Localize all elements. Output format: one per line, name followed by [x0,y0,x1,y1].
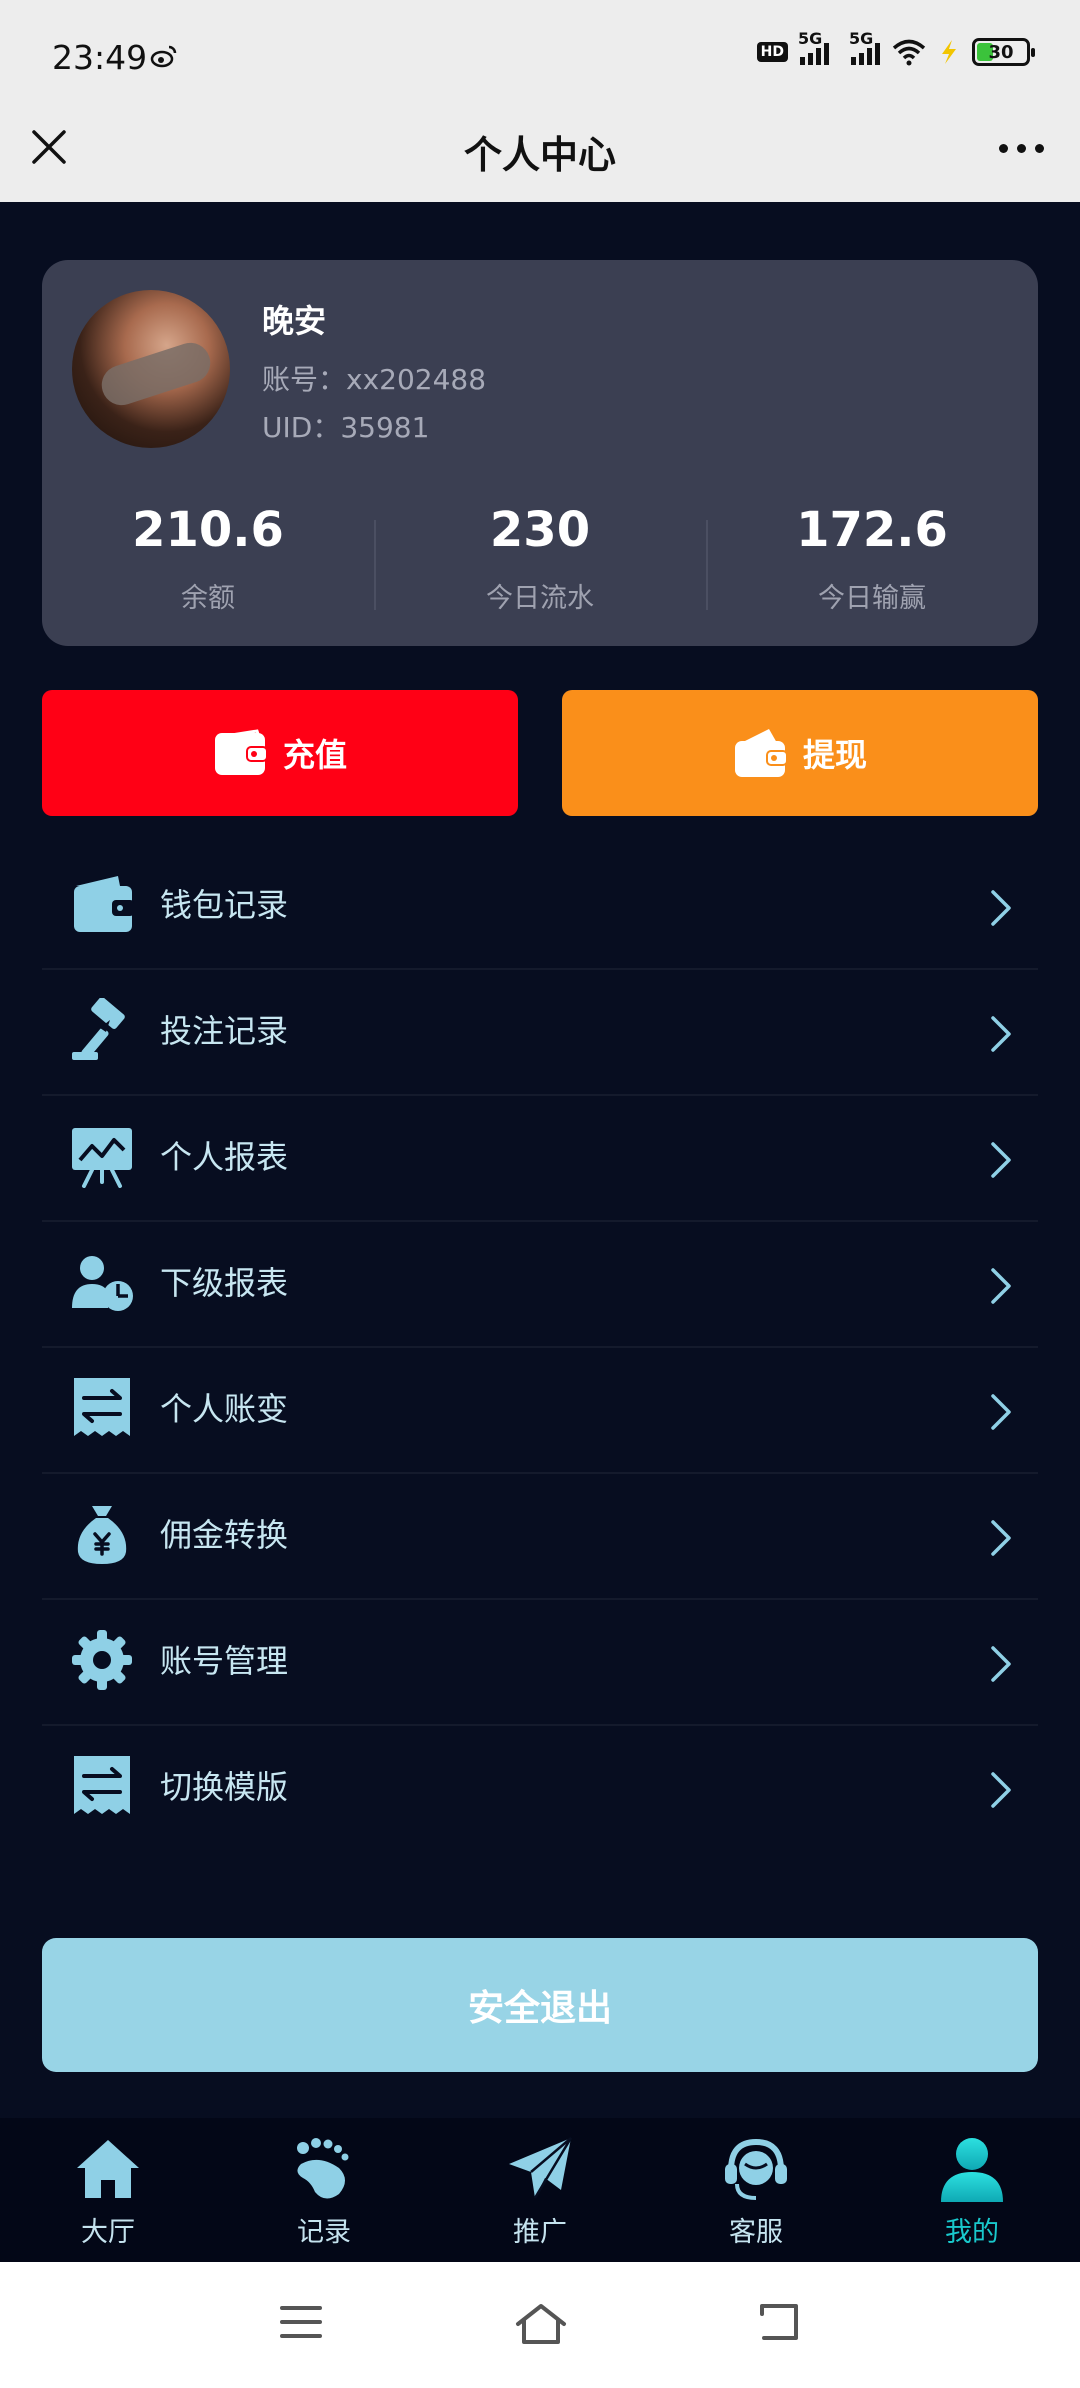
stat-label: 今日流水 [486,583,594,614]
menu-label: 个人账变 [160,1390,289,1428]
tab-label: 客服 [729,2217,783,2248]
weibo-icon [150,45,177,68]
menu-item-subordinate-report[interactable]: 下级报表 [42,1222,1038,1348]
nickname: 晚安 [262,302,327,340]
withdraw-label: 提现 [802,736,867,774]
back-icon[interactable] [756,2302,802,2342]
stats-row: 210.6 余额 230 今日流水 172.6 今日输赢 [42,500,1038,630]
menu-item-wallet-records[interactable]: 钱包记录 [42,844,1038,970]
stat-value: 230 [489,502,591,558]
status-time: 23:49 [52,38,148,77]
menu-icon[interactable] [278,2302,324,2342]
home-icon [77,2140,139,2198]
stat-label: 今日输赢 [818,583,926,614]
user-icon [941,2138,1003,2202]
paper-plane-icon [509,2137,573,2199]
tab-promote[interactable]: 推广 [432,2118,648,2262]
tab-label: 我的 [945,2217,999,2248]
tab-records[interactable]: 记录 [216,2118,432,2262]
chevron-right-icon [991,1016,1011,1052]
stat-win-loss: 172.6 今日输赢 [706,500,1038,630]
stat-balance: 210.6 余额 [42,500,374,630]
wallet-icon [74,876,134,932]
menu-item-bet-records[interactable]: 投注记录 [42,970,1038,1096]
avatar[interactable] [72,290,230,448]
menu-label: 投注记录 [160,1012,289,1050]
menu-item-personal-report[interactable]: 个人报表 [42,1096,1038,1222]
recharge-button[interactable]: 充值 [42,690,518,816]
account-id: 账号：xx202488 [262,363,487,396]
signal-icon: 5G [849,29,880,65]
menu-label: 切换模版 [160,1768,289,1806]
wallet-icon [214,729,268,775]
status-bar: 23:49 HD 5G 5G 30 [0,0,1080,100]
system-nav-bar [0,2262,1080,2388]
menu-item-switch-template[interactable]: 切换模版 [42,1726,1038,1852]
wifi-icon [892,39,926,66]
menu-list: 钱包记录 投注记录 个人报表 下级报表 个人账变 佣金转换 账号管理 切换模版 [42,844,1038,1852]
chevron-right-icon [991,1394,1011,1430]
menu-label: 个人报表 [160,1138,289,1176]
wallet-open-icon [734,729,788,777]
switch-template-icon [74,1756,130,1814]
tab-label: 记录 [297,2217,351,2248]
menu-label: 下级报表 [160,1264,289,1302]
hd-badge: HD [756,42,788,62]
home-nav-icon[interactable] [514,2302,568,2346]
tab-label: 大厅 [81,2217,135,2248]
gavel-icon [72,998,125,1060]
withdraw-button[interactable]: 提现 [562,690,1038,816]
chevron-right-icon [991,1142,1011,1178]
menu-item-commission-convert[interactable]: 佣金转换 [42,1474,1038,1600]
user-pie-icon [72,1256,133,1311]
gear-icon [72,1630,132,1690]
menu-item-account-changes[interactable]: 个人账变 [42,1348,1038,1474]
tab-label: 推广 [513,2217,567,2248]
charging-icon [942,40,956,64]
chevron-right-icon [991,1268,1011,1304]
tab-lobby[interactable]: 大厅 [0,2118,216,2262]
uid: UID：35981 [262,411,430,444]
stat-value: 172.6 [796,502,948,558]
chevron-right-icon [991,1520,1011,1556]
chevron-right-icon [991,1772,1011,1808]
nav-bar: 个人中心 [0,100,1080,202]
menu-item-account-management[interactable]: 账号管理 [42,1600,1038,1726]
money-bag-icon [77,1506,127,1564]
footprint-icon [297,2138,349,2199]
page-title: 个人中心 [463,133,616,177]
chart-board-icon [72,1128,132,1188]
more-icon[interactable] [999,144,1044,153]
tab-customer-service[interactable]: 客服 [648,2118,864,2262]
headset-icon [725,2138,787,2200]
transfer-receipt-icon [74,1378,130,1436]
battery-icon: 30 [972,38,1035,66]
stat-value: 210.6 [132,502,284,558]
profile-card: 晚安 账号：xx202488 UID：35981 210.6 余额 230 今日… [42,260,1038,646]
chevron-right-icon [991,1646,1011,1682]
menu-label: 账号管理 [160,1642,289,1680]
stat-label: 余额 [181,583,235,614]
stat-turnover: 230 今日流水 [374,500,706,630]
chevron-right-icon [991,890,1011,926]
signal-icon: 5G [798,29,829,65]
menu-label: 钱包记录 [160,886,289,924]
logout-button[interactable]: 安全退出 [42,1938,1038,2072]
tab-bar: 大厅 记录 推广 客服 我的 [0,2118,1080,2262]
tab-mine[interactable]: 我的 [864,2118,1080,2262]
recharge-label: 充值 [282,736,347,774]
menu-label: 佣金转换 [160,1516,289,1554]
